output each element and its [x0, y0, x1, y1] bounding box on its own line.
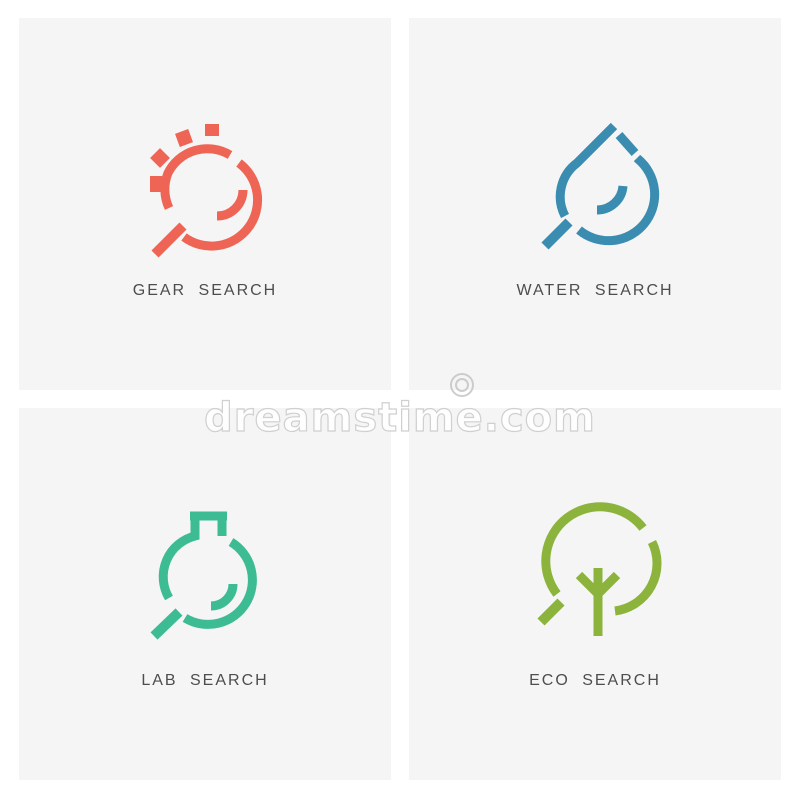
watermark-text: dreamstime.com: [204, 394, 596, 441]
eco-tree-search-icon: [537, 502, 662, 636]
water-search-caption: WATER SEARCH: [516, 282, 674, 299]
lab-search-panel: LAB SEARCH: [19, 408, 391, 780]
water-drop-search-icon: [541, 122, 660, 250]
water-search-panel: WATER SEARCH: [409, 18, 781, 390]
gear-search-panel: GEAR SEARCH: [19, 18, 391, 390]
gear-search-caption: GEAR SEARCH: [132, 282, 278, 299]
eco-search-panel: ECO SEARCH: [409, 408, 781, 780]
lab-flask-search-icon: [150, 511, 257, 640]
gear-search-icon: [150, 124, 263, 258]
eco-search-caption: ECO SEARCH: [529, 672, 661, 689]
lab-search-caption: LAB SEARCH: [141, 672, 269, 689]
